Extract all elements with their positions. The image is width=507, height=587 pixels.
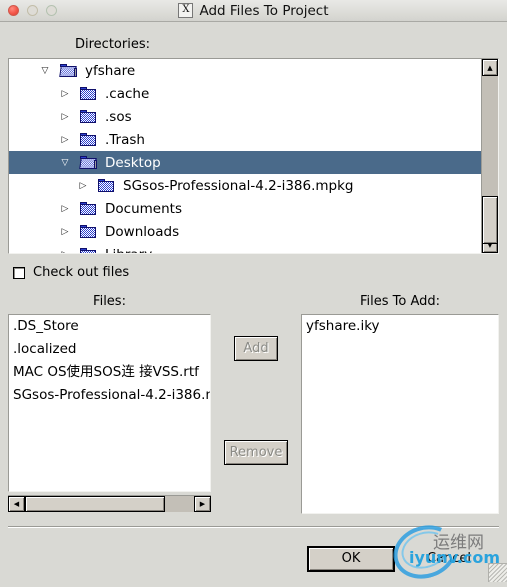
resize-grip[interactable] (488, 563, 507, 582)
files-transfer-area: Files: .DS_Store .localized MAC OS使用SOS连 接… (0, 294, 507, 514)
x11-app-icon: X (178, 3, 194, 18)
folder-open-icon (59, 64, 77, 77)
list-item[interactable]: .DS_Store (9, 315, 210, 338)
twisty-collapsed-icon[interactable]: ▷ (59, 89, 71, 99)
directory-tree[interactable]: ▽ yfshare ▷ .cache ▷ .sos ▷ .Trash ▽ Desktop ▷ SGso… (9, 59, 481, 253)
vscroll-thumb[interactable] (482, 196, 498, 244)
twisty-collapsed-icon[interactable]: ▷ (59, 112, 71, 122)
ok-button[interactable]: OK (307, 545, 395, 572)
cancel-button[interactable]: Cancel (413, 546, 485, 572)
folder-closed-icon (98, 179, 114, 192)
tree-item-label: SGsos-Professional-4.2-i386.mpkg (123, 177, 354, 194)
bottom-separator (8, 526, 499, 528)
tree-row[interactable]: ▷ Documents (9, 197, 481, 220)
list-item[interactable]: SGsos-Professional-4.2-i386.m (9, 384, 210, 407)
tree-item-label: Desktop (105, 154, 161, 171)
tree-row[interactable]: ▽ Desktop (9, 151, 481, 174)
traffic-light-group (8, 5, 57, 16)
tree-row[interactable]: ▷ .sos (9, 105, 481, 128)
tree-item-label: .Trash (105, 131, 145, 148)
scroll-up-button[interactable]: ▲ (482, 59, 498, 76)
twisty-collapsed-icon[interactable]: ▷ (59, 250, 71, 254)
tree-item-label: Library (105, 247, 160, 254)
folder-closed-icon (80, 225, 96, 238)
window-titlebar: X Add Files To Project (0, 0, 507, 22)
list-item[interactable]: .localized (9, 338, 210, 361)
scroll-left-button[interactable]: ◀ (8, 496, 25, 512)
vscroll-track[interactable] (482, 76, 498, 244)
check-out-files-label: Check out files (33, 265, 130, 280)
files-hscroll-wrap: ◀ ▶ (8, 495, 211, 512)
tree-row[interactable]: ▷ SGsos-Professional-4.2-i386.mpkg (9, 174, 481, 197)
files-label: Files: (93, 294, 126, 309)
files-to-add-label: Files To Add: (359, 294, 441, 309)
folder-closed-icon (80, 110, 96, 123)
tree-row[interactable]: ▷ Library (9, 243, 481, 253)
list-item[interactable]: yfshare.iky (302, 315, 498, 338)
directory-tree-vscrollbar[interactable]: ▲ ▼ (481, 59, 498, 253)
folder-closed-icon (80, 202, 96, 215)
folder-open-icon (79, 156, 97, 169)
tree-row[interactable]: ▷ .Trash (9, 128, 481, 151)
tree-row[interactable]: ▷ .cache (9, 82, 481, 105)
tree-row[interactable]: ▷ Downloads (9, 220, 481, 243)
folder-closed-icon (80, 87, 96, 100)
twisty-expanded-icon[interactable]: ▽ (59, 158, 71, 168)
tree-item-label: Documents (105, 200, 182, 217)
tree-item-label: Downloads (105, 223, 180, 240)
minimize-button[interactable] (27, 5, 38, 16)
twisty-collapsed-icon[interactable]: ▷ (59, 204, 71, 214)
directory-tree-panel: ▽ yfshare ▷ .cache ▷ .sos ▷ .Trash ▽ Desktop ▷ SGso… (8, 58, 499, 254)
window-title-group: X Add Files To Project (0, 3, 507, 19)
add-button[interactable]: Add (234, 336, 278, 361)
check-out-files-checkbox[interactable] (13, 266, 25, 279)
folder-closed-icon (80, 248, 96, 253)
remove-button[interactable]: Remove (224, 440, 288, 465)
directories-label: Directories: (75, 37, 150, 52)
twisty-collapsed-icon[interactable]: ▷ (77, 181, 89, 191)
files-to-add-listbox[interactable]: yfshare.iky (301, 314, 499, 514)
check-out-files-row[interactable]: Check out files (13, 265, 507, 280)
tree-row[interactable]: ▽ yfshare (9, 59, 481, 82)
scroll-right-button[interactable]: ▶ (194, 496, 211, 512)
folder-closed-icon (80, 133, 96, 146)
window-title: Add Files To Project (199, 2, 329, 19)
hscroll-thumb[interactable] (25, 496, 165, 512)
dialog-button-bar: OK Cancel (0, 535, 507, 582)
maximize-button[interactable] (46, 5, 57, 16)
twisty-expanded-icon[interactable]: ▽ (39, 66, 51, 76)
transfer-buttons-column: Add Remove (211, 294, 301, 514)
files-hscrollbar[interactable]: ◀ ▶ (8, 495, 211, 512)
tree-item-label: yfshare (85, 62, 136, 79)
twisty-collapsed-icon[interactable]: ▷ (59, 227, 71, 237)
tree-item-label: .sos (105, 108, 132, 125)
list-item[interactable]: MAC OS使用SOS连 接VSS.rtf (9, 361, 210, 384)
twisty-collapsed-icon[interactable]: ▷ (59, 135, 71, 145)
files-listbox[interactable]: .DS_Store .localized MAC OS使用SOS连 接VSS.rtf… (8, 314, 211, 492)
files-to-add-column: Files To Add: yfshare.iky (301, 294, 499, 514)
files-column: Files: .DS_Store .localized MAC OS使用SOS连 接… (8, 294, 211, 514)
hscroll-track[interactable] (25, 496, 194, 512)
close-button[interactable] (8, 5, 19, 16)
tree-item-label: .cache (105, 85, 150, 102)
